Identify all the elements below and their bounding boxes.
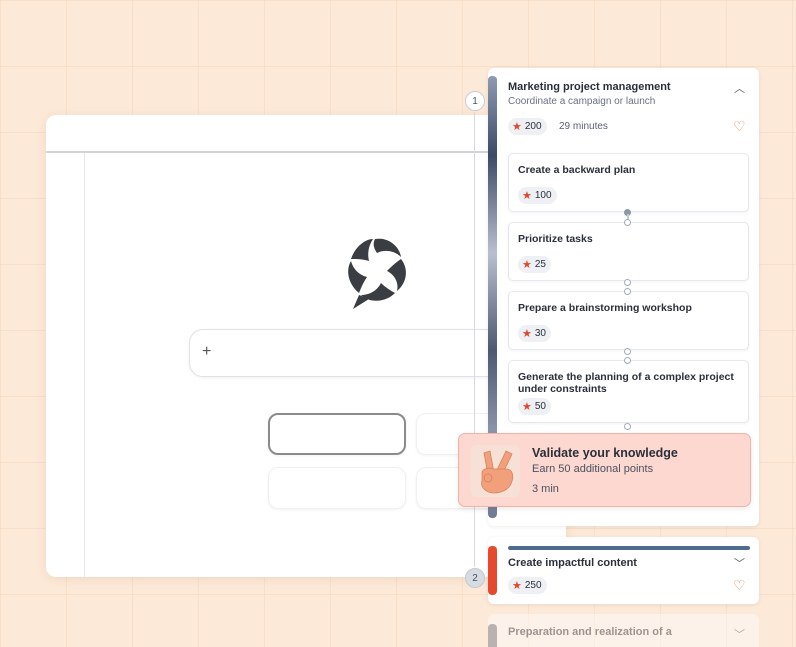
points-badge: ★ 50 [518, 398, 551, 415]
plus-icon[interactable]: + [202, 343, 211, 361]
suggestion-tile[interactable] [268, 413, 406, 455]
points-badge: ★ 200 [508, 118, 547, 135]
chevron-down-icon[interactable]: ﹀ [734, 555, 745, 571]
quiz-subtitle: Earn 50 additional points [532, 463, 654, 475]
heart-icon[interactable]: ♡ [733, 577, 746, 594]
course-card[interactable]: Preparation and realization of a ﹀ [488, 614, 759, 647]
logo-icon [348, 238, 406, 309]
course-subtitle: Coordinate a campaign or launch [508, 96, 656, 107]
points-value: 50 [534, 401, 546, 412]
chevron-down-icon[interactable]: ﹀ [734, 626, 745, 642]
quiz-duration: 3 min [532, 483, 559, 495]
lesson-connector-dot [624, 288, 631, 295]
course-duration: 29 minutes [559, 121, 608, 132]
lesson-card[interactable]: Generate the planning of a complex proje… [508, 360, 749, 423]
step-number-2: 2 [465, 568, 485, 588]
lesson-card[interactable]: Prioritize tasks ★ 25 [508, 222, 749, 281]
lesson-connector-dot [624, 279, 631, 286]
lesson-connector-dot [624, 348, 631, 355]
points-badge: ★ 250 [508, 577, 547, 594]
star-icon: ★ [522, 190, 532, 202]
course-title: Create impactful content [508, 557, 637, 569]
star-icon: ★ [512, 121, 522, 133]
heart-icon[interactable]: ♡ [733, 118, 746, 135]
points-value: 250 [524, 580, 542, 591]
lesson-connector-dot [624, 423, 631, 430]
course-card[interactable]: Create impactful content ﹀ ★ 250 ♡ [488, 537, 759, 604]
star-icon: ★ [522, 328, 532, 340]
course-title: Preparation and realization of a [508, 626, 672, 638]
points-value: 25 [534, 259, 546, 270]
course-color-bar [488, 624, 497, 647]
lesson-title: Prepare a brainstorming workshop [518, 302, 692, 314]
lesson-card[interactable]: Create a backward plan ★ 100 [508, 153, 749, 212]
star-icon: ★ [522, 259, 532, 271]
lesson-card[interactable]: Prepare a brainstorming workshop ★ 30 [508, 291, 749, 350]
star-icon: ★ [512, 580, 522, 592]
suggestion-tile[interactable] [268, 467, 406, 509]
quiz-card[interactable]: Validate your knowledge Earn 50 addition… [458, 433, 751, 507]
course-title: Marketing project management [508, 81, 671, 93]
lesson-title: Prioritize tasks [518, 233, 593, 245]
lesson-title: Generate the planning of a complex proje… [518, 371, 734, 395]
victory-hand-icon [470, 445, 520, 497]
points-badge: ★ 25 [518, 256, 551, 273]
star-icon: ★ [522, 401, 532, 413]
step-number-1: 1 [465, 91, 485, 111]
points-value: 100 [534, 190, 552, 201]
lesson-connector-dot [624, 219, 631, 226]
course-color-bar [488, 546, 497, 595]
lesson-title: Create a backward plan [518, 164, 636, 176]
points-value: 30 [534, 328, 546, 339]
points-badge: ★ 30 [518, 325, 551, 342]
lesson-connector-dot [624, 357, 631, 364]
chevron-up-icon[interactable]: ︿ [734, 80, 745, 96]
quiz-title: Validate your knowledge [532, 446, 678, 460]
app-sidebar-divider [84, 153, 85, 577]
points-badge: ★ 100 [518, 187, 557, 204]
points-value: 200 [524, 121, 542, 132]
progress-bar [508, 546, 750, 550]
